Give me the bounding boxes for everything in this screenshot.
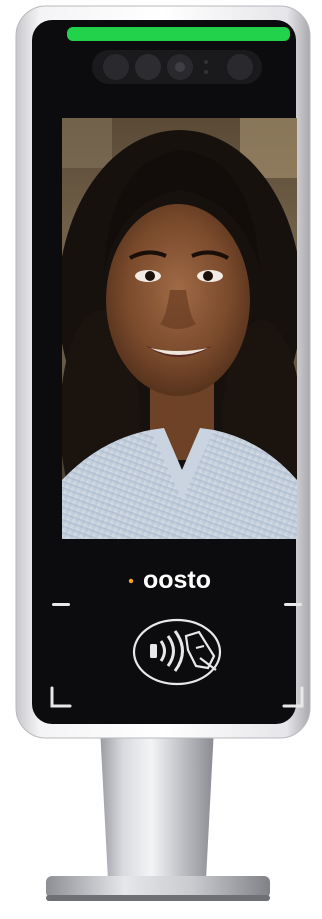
camera-lens-icon [103,54,129,80]
camera-lens-icon [135,54,161,80]
camera-lens-icon [227,54,253,80]
side-marker-left [52,603,70,606]
svg-text:oosto: oosto [143,566,211,594]
device-stage: oosto [0,0,322,919]
face-capture-photo [62,118,297,539]
status-led-bar [67,27,290,41]
camera-sensor-array [92,50,262,84]
stand-base [46,876,270,901]
stand-pole [100,728,214,880]
contactless-nfc-icon[interactable] [132,618,222,686]
side-marker-right [284,603,302,606]
face-recognition-terminal: oosto [15,5,311,901]
